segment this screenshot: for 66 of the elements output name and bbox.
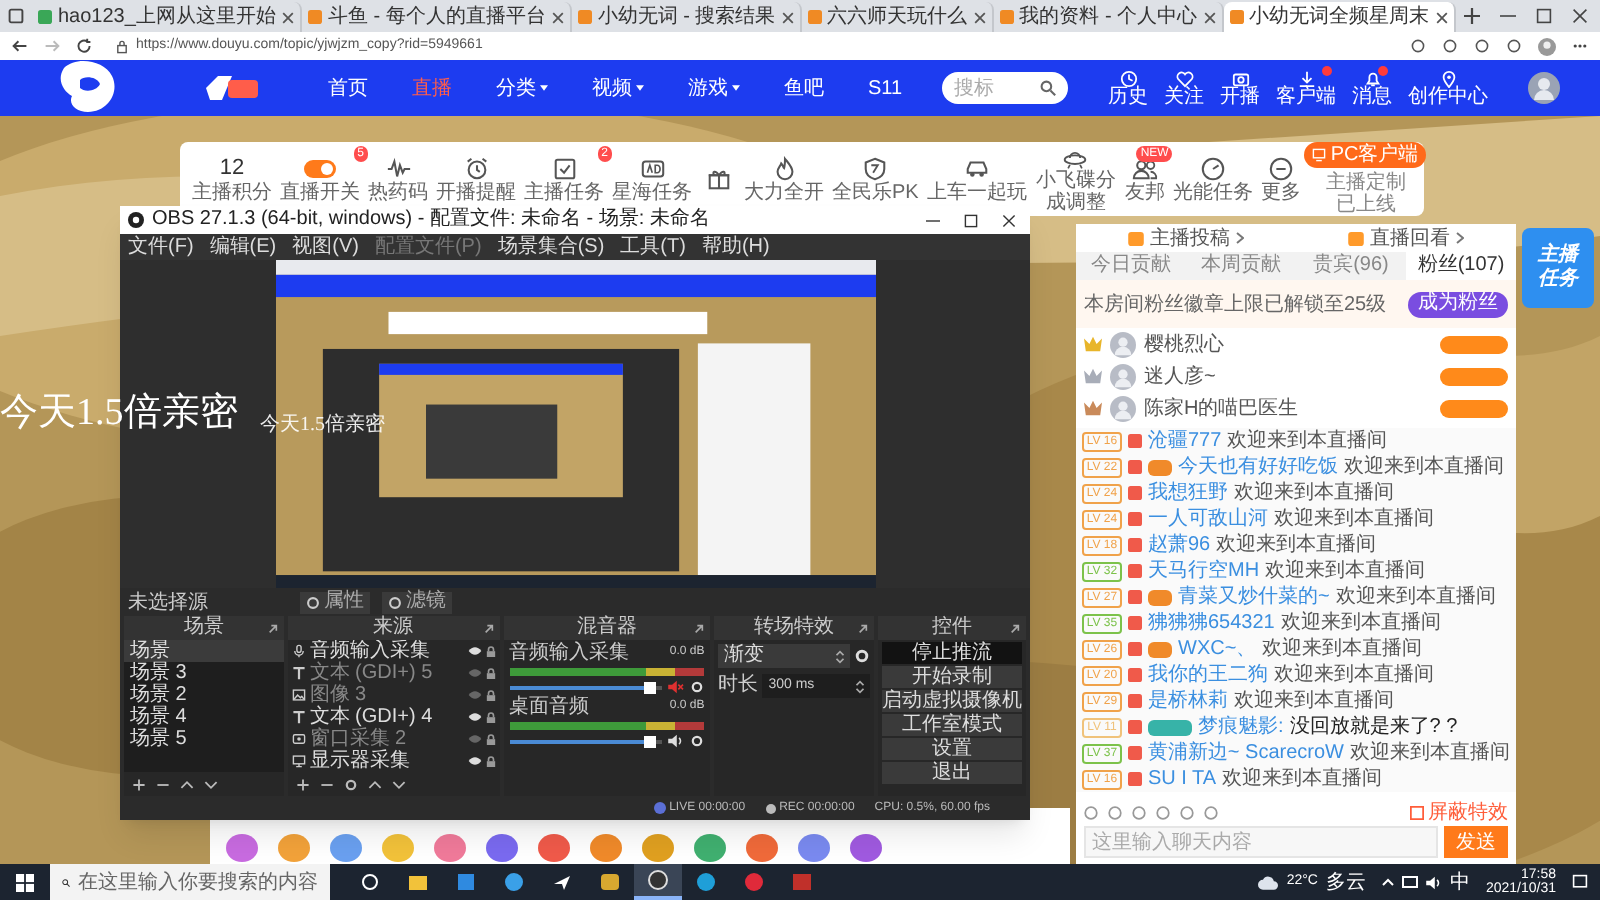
- close-icon[interactable]: [1203, 11, 1216, 23]
- brand-logo-icon[interactable]: [204, 74, 260, 102]
- new-tab-icon[interactable]: [1463, 8, 1480, 24]
- browser-tab[interactable]: hao123_上网从这里开始: [32, 2, 302, 32]
- search-icon: [62, 875, 70, 889]
- media-app-icon: [792, 872, 812, 892]
- pin-icon: [1439, 69, 1457, 87]
- taskbar-search[interactable]: 在这里输入你要搜索的内容: [50, 864, 330, 900]
- taskbar-app[interactable]: [634, 864, 682, 900]
- header-action[interactable]: 消息: [1352, 69, 1392, 107]
- chevron-up-icon[interactable]: [1381, 878, 1394, 886]
- obs-app-icon: [648, 870, 668, 890]
- refresh-icon[interactable]: [76, 38, 92, 54]
- close-icon[interactable]: [1572, 8, 1588, 24]
- close-icon[interactable]: [281, 11, 294, 23]
- nav-link[interactable]: 视频: [592, 73, 644, 103]
- camera-icon: [1231, 69, 1249, 87]
- page-icon: [307, 10, 322, 24]
- back-icon[interactable]: [12, 38, 28, 54]
- close-icon[interactable]: [551, 11, 564, 23]
- browser-tab[interactable]: 六六师天玩什么: [801, 2, 994, 32]
- header-action[interactable]: 创作中心: [1408, 69, 1488, 107]
- profile-icon[interactable]: [1538, 37, 1556, 55]
- close-icon[interactable]: [1435, 11, 1448, 23]
- heart-icon: [1175, 69, 1193, 87]
- cloud-icon: [1258, 875, 1279, 889]
- page-icon: [577, 10, 592, 24]
- edge-app-icon: [696, 872, 716, 892]
- store-app-icon: [456, 872, 476, 892]
- start-icon[interactable]: [16, 873, 34, 891]
- nav-link[interactable]: 分类: [496, 73, 548, 103]
- lock-icon: [116, 39, 128, 53]
- nav-link[interactable]: 游戏: [688, 73, 740, 103]
- music-app-icon: [744, 872, 764, 892]
- nav-link[interactable]: 鱼吧: [784, 73, 824, 103]
- close-icon[interactable]: [973, 11, 986, 23]
- search-icon: [1040, 80, 1056, 96]
- avatar-icon[interactable]: [1528, 72, 1560, 104]
- header-action[interactable]: 开播: [1220, 69, 1260, 107]
- notification-icon[interactable]: [1572, 874, 1588, 890]
- tab-actions-icon[interactable]: [8, 8, 24, 24]
- ime-indicator[interactable]: 中: [1449, 867, 1470, 897]
- weather-text: 多云: [1325, 869, 1366, 897]
- plane-app-icon: [552, 872, 572, 892]
- header-action[interactable]: 关注: [1164, 69, 1204, 107]
- header-action[interactable]: 历史: [1108, 69, 1148, 107]
- download-icon: [1297, 69, 1315, 87]
- page-icon: [807, 10, 822, 24]
- page-icon: [38, 10, 52, 24]
- bell-icon: [1363, 69, 1381, 87]
- header-action[interactable]: 客户端: [1276, 69, 1336, 107]
- browser-app-icon: [504, 872, 524, 892]
- browser-tab[interactable]: 我的资料 - 个人中心: [993, 2, 1224, 32]
- nav-link[interactable]: 首页: [328, 73, 368, 103]
- taskview-app-icon: [360, 872, 380, 892]
- maximize-icon[interactable]: [1536, 8, 1552, 24]
- nav-link[interactable]: S11: [868, 73, 903, 103]
- volume-icon[interactable]: [1425, 875, 1442, 889]
- owl-app-icon: [600, 872, 620, 892]
- page-icon: [1229, 10, 1244, 24]
- close-icon[interactable]: [781, 11, 794, 23]
- network-icon[interactable]: [1401, 875, 1418, 889]
- clock-icon: [1119, 69, 1137, 87]
- page-icon: [999, 10, 1014, 24]
- explorer-app-icon: [408, 872, 428, 892]
- browser-tab[interactable]: 小幼无词全频星周末: [1223, 2, 1456, 32]
